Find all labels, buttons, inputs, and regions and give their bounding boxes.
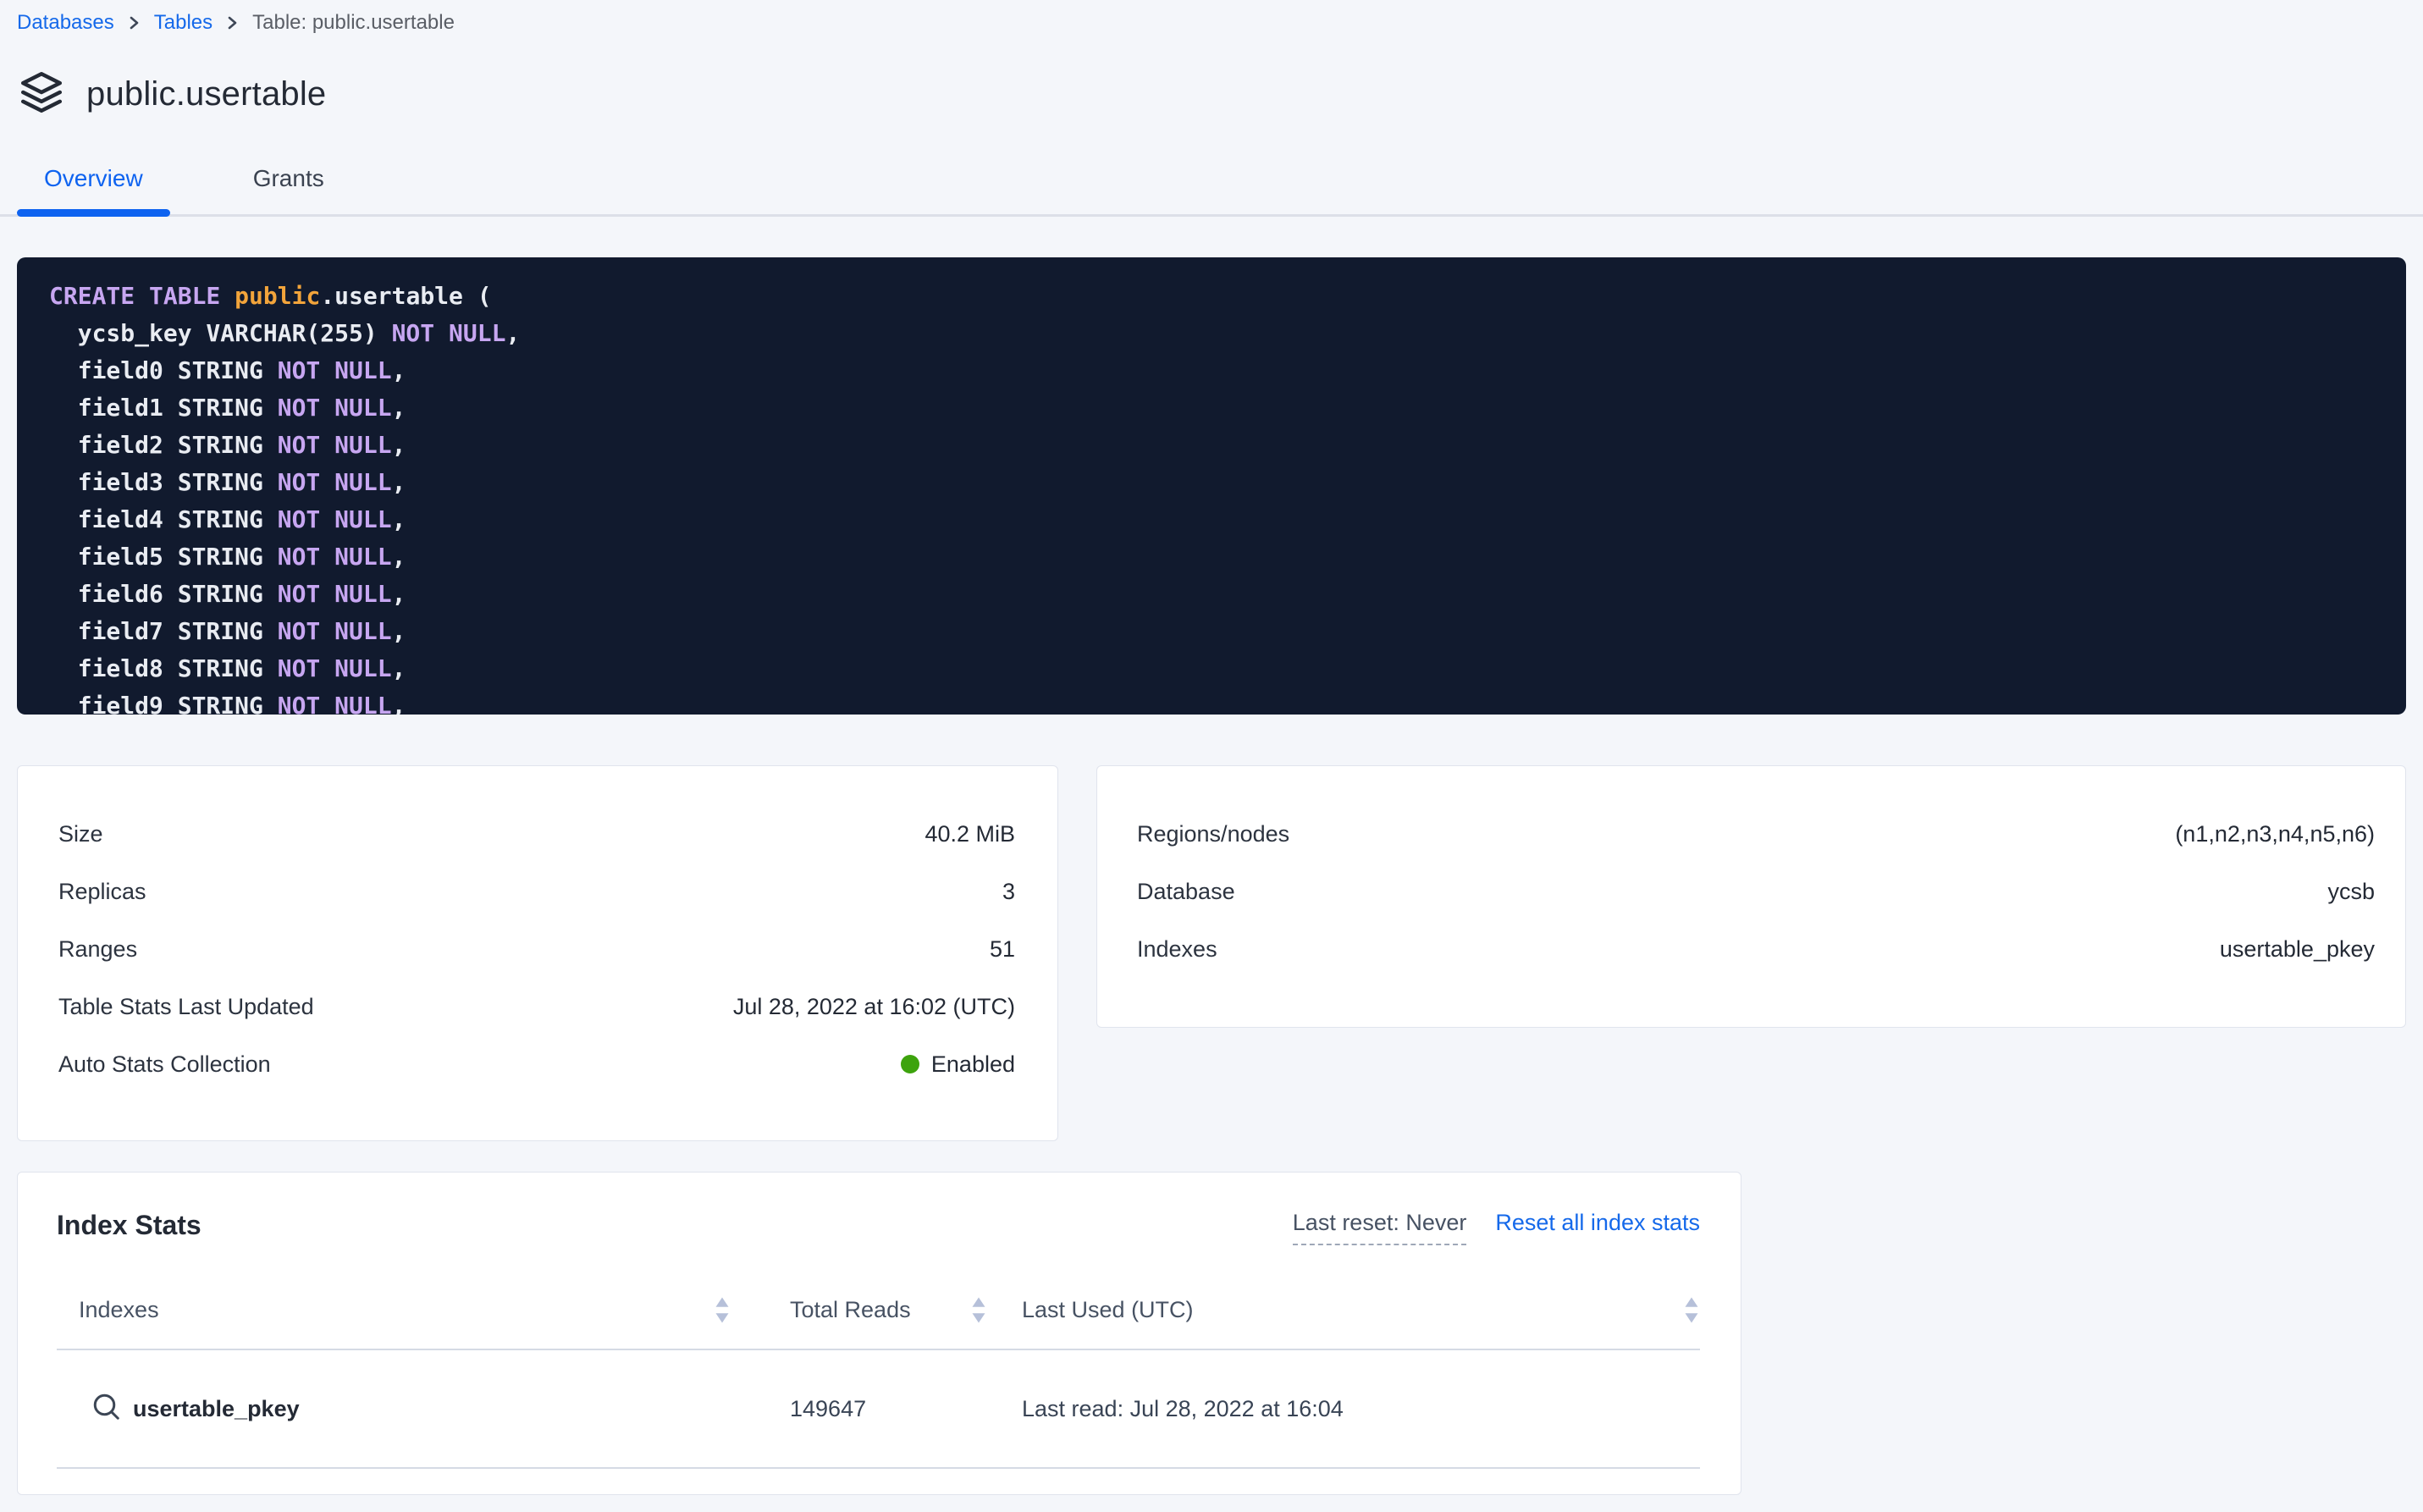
stat-value: 3 bbox=[1002, 879, 1015, 905]
stat-row-replicas: Replicas 3 bbox=[58, 863, 1015, 920]
stat-label: Table Stats Last Updated bbox=[58, 994, 314, 1020]
breadcrumb-link-databases[interactable]: Databases bbox=[17, 10, 114, 36]
detail-row-indexes: Indexes usertable_pkey bbox=[1137, 920, 2375, 978]
status-dot-enabled bbox=[901, 1055, 919, 1073]
index-stats-header: Index Stats Last reset: Never Reset all … bbox=[57, 1210, 1700, 1245]
detail-label: Regions/nodes bbox=[1137, 821, 1289, 847]
index-stats-title: Index Stats bbox=[57, 1210, 201, 1241]
total-reads-value: 149647 bbox=[790, 1396, 866, 1422]
detail-label: Indexes bbox=[1137, 936, 1217, 963]
summary-cards: Size 40.2 MiB Replicas 3 Ranges 51 Table… bbox=[17, 765, 2406, 1141]
stat-value: Enabled bbox=[901, 1051, 1015, 1078]
last-reset-label: Last reset: Never bbox=[1293, 1210, 1467, 1245]
create-table-statement-box: CREATE TABLE public.usertable ( ycsb_key… bbox=[17, 257, 2406, 715]
stat-value: 51 bbox=[990, 936, 1015, 963]
column-label: Total Reads bbox=[790, 1297, 911, 1323]
column-header-total-reads[interactable]: Total Reads bbox=[742, 1296, 996, 1324]
index-name[interactable]: usertable_pkey bbox=[133, 1396, 300, 1422]
breadcrumb-current: Table: public.usertable bbox=[252, 10, 455, 36]
stat-value: Jul 28, 2022 at 16:02 (UTC) bbox=[733, 994, 1015, 1020]
stat-label: Replicas bbox=[58, 879, 146, 905]
layers-icon bbox=[17, 68, 66, 121]
stat-label: Size bbox=[58, 821, 103, 847]
breadcrumb-link-tables[interactable]: Tables bbox=[154, 10, 212, 36]
index-name-cell[interactable]: usertable_pkey bbox=[57, 1391, 742, 1427]
detail-value: ycsb bbox=[2327, 879, 2375, 905]
index-stats-table: Indexes Total Reads Last Used (UTC) bbox=[57, 1271, 1700, 1469]
page-title: public.usertable bbox=[86, 75, 326, 113]
stat-value: 40.2 MiB bbox=[924, 821, 1015, 847]
sort-icon[interactable] bbox=[970, 1296, 987, 1324]
column-label: Indexes bbox=[79, 1297, 159, 1323]
detail-value: (n1,n2,n3,n4,n5,n6) bbox=[2175, 821, 2375, 847]
tab-overview[interactable]: Overview bbox=[17, 152, 170, 214]
stat-row-stats-updated: Table Stats Last Updated Jul 28, 2022 at… bbox=[58, 978, 1015, 1035]
detail-value: usertable_pkey bbox=[2220, 936, 2375, 963]
detail-row-database: Database ycsb bbox=[1137, 863, 2375, 920]
reset-index-stats-link[interactable]: Reset all index stats bbox=[1495, 1210, 1700, 1236]
column-label: Last Used (UTC) bbox=[1022, 1297, 1194, 1323]
chevron-right-icon bbox=[128, 13, 141, 33]
stat-label: Auto Stats Collection bbox=[58, 1051, 271, 1078]
table-detail-page: Databases Tables Table: public.usertable… bbox=[0, 0, 2423, 1495]
status-text: Enabled bbox=[931, 1051, 1015, 1078]
table-divider bbox=[57, 1467, 1700, 1469]
index-stats-card: Index Stats Last reset: Never Reset all … bbox=[17, 1172, 1741, 1495]
search-icon bbox=[91, 1391, 121, 1427]
stat-row-auto-stats: Auto Stats Collection Enabled bbox=[58, 1035, 1015, 1093]
column-header-last-used[interactable]: Last Used (UTC) bbox=[996, 1296, 1700, 1324]
sql-code: CREATE TABLE public.usertable ( ycsb_key… bbox=[49, 278, 2381, 715]
sort-icon[interactable] bbox=[714, 1296, 731, 1324]
column-header-indexes[interactable]: Indexes bbox=[57, 1296, 742, 1324]
stat-row-ranges: Ranges 51 bbox=[58, 920, 1015, 978]
tab-grants[interactable]: Grants bbox=[226, 152, 351, 214]
table-details-card: Regions/nodes (n1,n2,n3,n4,n5,n6) Databa… bbox=[1096, 765, 2406, 1028]
stat-label: Ranges bbox=[58, 936, 137, 963]
tab-bar: Overview Grants bbox=[0, 152, 2423, 217]
last-used-value: Last read: Jul 28, 2022 at 16:04 bbox=[1022, 1396, 1344, 1422]
detail-row-regions: Regions/nodes (n1,n2,n3,n4,n5,n6) bbox=[1137, 805, 2375, 863]
total-reads-cell: 149647 bbox=[742, 1396, 996, 1422]
chevron-right-icon bbox=[226, 13, 239, 33]
last-used-cell: Last read: Jul 28, 2022 at 16:04 bbox=[996, 1396, 1700, 1422]
detail-label: Database bbox=[1137, 879, 1235, 905]
stat-row-size: Size 40.2 MiB bbox=[58, 805, 1015, 863]
index-stats-row: usertable_pkey 149647 Last read: Jul 28,… bbox=[57, 1350, 1700, 1467]
index-stats-table-header: Indexes Total Reads Last Used (UTC) bbox=[57, 1271, 1700, 1349]
page-header: public.usertable bbox=[17, 68, 2406, 121]
sort-icon[interactable] bbox=[1683, 1296, 1700, 1324]
table-stats-card: Size 40.2 MiB Replicas 3 Ranges 51 Table… bbox=[17, 765, 1058, 1141]
breadcrumb: Databases Tables Table: public.usertable bbox=[17, 0, 2406, 36]
